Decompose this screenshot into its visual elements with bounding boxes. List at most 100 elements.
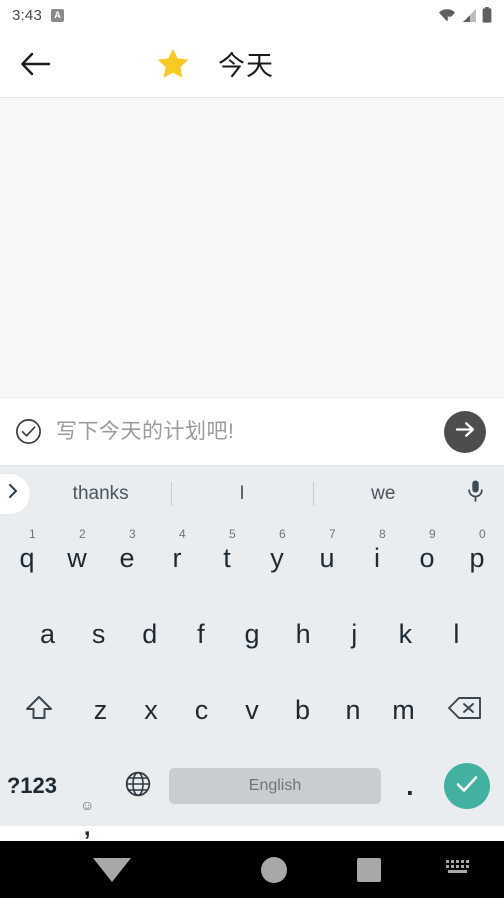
keyboard-row-4: ?123 ☺ , English .	[0, 748, 504, 840]
key-label: g	[244, 619, 260, 650]
key-u[interactable]: 7 u	[302, 521, 352, 597]
key-y[interactable]: 6 y	[252, 521, 302, 597]
key-i[interactable]: 8 i	[352, 521, 402, 597]
key-b[interactable]: b	[277, 673, 328, 749]
app-bar: 今天	[0, 30, 504, 98]
key-s[interactable]: s	[73, 597, 124, 673]
key-t[interactable]: 5 t	[202, 521, 252, 597]
key-label: w	[67, 543, 87, 574]
key-f[interactable]: f	[175, 597, 226, 673]
key-label: y	[270, 543, 284, 574]
status-bar-right	[438, 7, 492, 23]
key-label: ?123	[6, 773, 57, 799]
language-switch-key[interactable]	[112, 770, 163, 803]
task-list-empty-area	[0, 98, 504, 398]
key-r[interactable]: 4 r	[152, 521, 202, 597]
key-h[interactable]: h	[278, 597, 329, 673]
task-input[interactable]	[56, 419, 444, 444]
home-button[interactable]	[224, 856, 324, 883]
status-time: 3:43	[12, 6, 42, 24]
check-circle-icon[interactable]	[14, 418, 42, 446]
status-bar-left: 3:43 A	[12, 7, 64, 24]
soft-keyboard: thanks I we 1 q 2 w 3 e 4 r 5 t 6 y 7 u …	[0, 466, 504, 840]
suggestion-bar: thanks I we	[0, 466, 504, 521]
key-w[interactable]: 2 w	[52, 521, 102, 597]
cellular-signal-icon	[461, 8, 477, 23]
backspace-icon	[447, 694, 483, 727]
suggestion-item[interactable]: we	[312, 466, 454, 521]
check-icon	[454, 773, 480, 800]
key-number-label: 2	[79, 527, 86, 541]
suggestion-item[interactable]: I	[171, 466, 312, 521]
keyboard-row-1: 1 q 2 w 3 e 4 r 5 t 6 y 7 u 8 i 9 o 0 p	[0, 521, 504, 597]
hide-keyboard-button[interactable]	[0, 857, 224, 882]
emoji-smiley-icon[interactable]: ☺	[80, 798, 94, 812]
key-label: .	[406, 770, 414, 801]
key-j[interactable]: j	[329, 597, 380, 673]
key-number-label: 5	[229, 527, 236, 541]
key-label: a	[40, 619, 56, 650]
key-l[interactable]: l	[431, 597, 482, 673]
key-v[interactable]: v	[227, 673, 278, 749]
voice-input-button[interactable]	[454, 479, 496, 508]
enter-key-circle	[444, 763, 491, 810]
key-g[interactable]: g	[226, 597, 277, 673]
key-label: v	[245, 694, 259, 725]
key-number-label: 9	[429, 527, 436, 541]
globe-language-icon	[124, 770, 152, 803]
keyboard-switch-button[interactable]	[414, 857, 504, 882]
recents-button[interactable]	[324, 857, 414, 882]
key-c[interactable]: c	[176, 673, 227, 749]
key-o[interactable]: 9 o	[402, 521, 452, 597]
key-k[interactable]: k	[380, 597, 431, 673]
keyboard-icon	[444, 857, 474, 882]
key-number-label: 7	[329, 527, 336, 541]
key-label: i	[374, 543, 380, 574]
keyboard-row-2: a s d f g h j k l	[0, 597, 504, 673]
key-label: q	[19, 543, 35, 574]
backspace-key[interactable]	[429, 673, 502, 749]
chevron-right-icon	[6, 482, 20, 505]
key-m[interactable]: m	[378, 673, 429, 749]
shift-icon	[23, 693, 55, 728]
key-x[interactable]: x	[126, 673, 177, 749]
key-label: h	[295, 619, 311, 650]
send-button[interactable]	[444, 410, 486, 453]
key-number-label: 4	[179, 527, 186, 541]
system-navigation-bar	[0, 841, 504, 898]
key-label: t	[223, 543, 231, 574]
expand-suggestions-button[interactable]	[0, 473, 30, 514]
key-label: x	[144, 694, 158, 725]
key-number-label: 0	[479, 527, 486, 541]
symbols-key[interactable]: ?123	[2, 775, 62, 797]
key-label: k	[398, 619, 413, 650]
battery-icon	[482, 7, 492, 23]
key-a[interactable]: a	[22, 597, 73, 673]
key-number-label: 6	[279, 527, 286, 541]
key-e[interactable]: 3 e	[102, 521, 152, 597]
period-key[interactable]: .	[387, 770, 433, 801]
star-icon[interactable]	[156, 47, 190, 81]
key-p[interactable]: 0 p	[452, 521, 502, 597]
key-label: j	[351, 619, 358, 650]
key-label: b	[294, 694, 310, 725]
keyboard-row-3: z x c v b n m	[0, 673, 504, 749]
status-bar: 3:43 A	[0, 0, 504, 30]
key-d[interactable]: d	[124, 597, 175, 673]
key-label: p	[469, 543, 485, 574]
microphone-icon	[466, 479, 485, 508]
key-z[interactable]: z	[75, 673, 126, 749]
wifi-off-icon	[438, 8, 456, 23]
key-label: n	[345, 694, 361, 725]
space-key-label: English	[169, 768, 381, 805]
back-button[interactable]	[0, 30, 72, 98]
shift-key[interactable]	[2, 673, 75, 749]
enter-key[interactable]	[433, 763, 502, 810]
key-label: r	[172, 543, 182, 574]
space-key[interactable]: English	[163, 768, 387, 805]
key-q[interactable]: 1 q	[2, 521, 52, 597]
key-label: m	[392, 694, 415, 725]
suggestion-list: thanks I we	[30, 466, 454, 521]
key-n[interactable]: n	[328, 673, 379, 749]
suggestion-item[interactable]: thanks	[30, 466, 171, 521]
